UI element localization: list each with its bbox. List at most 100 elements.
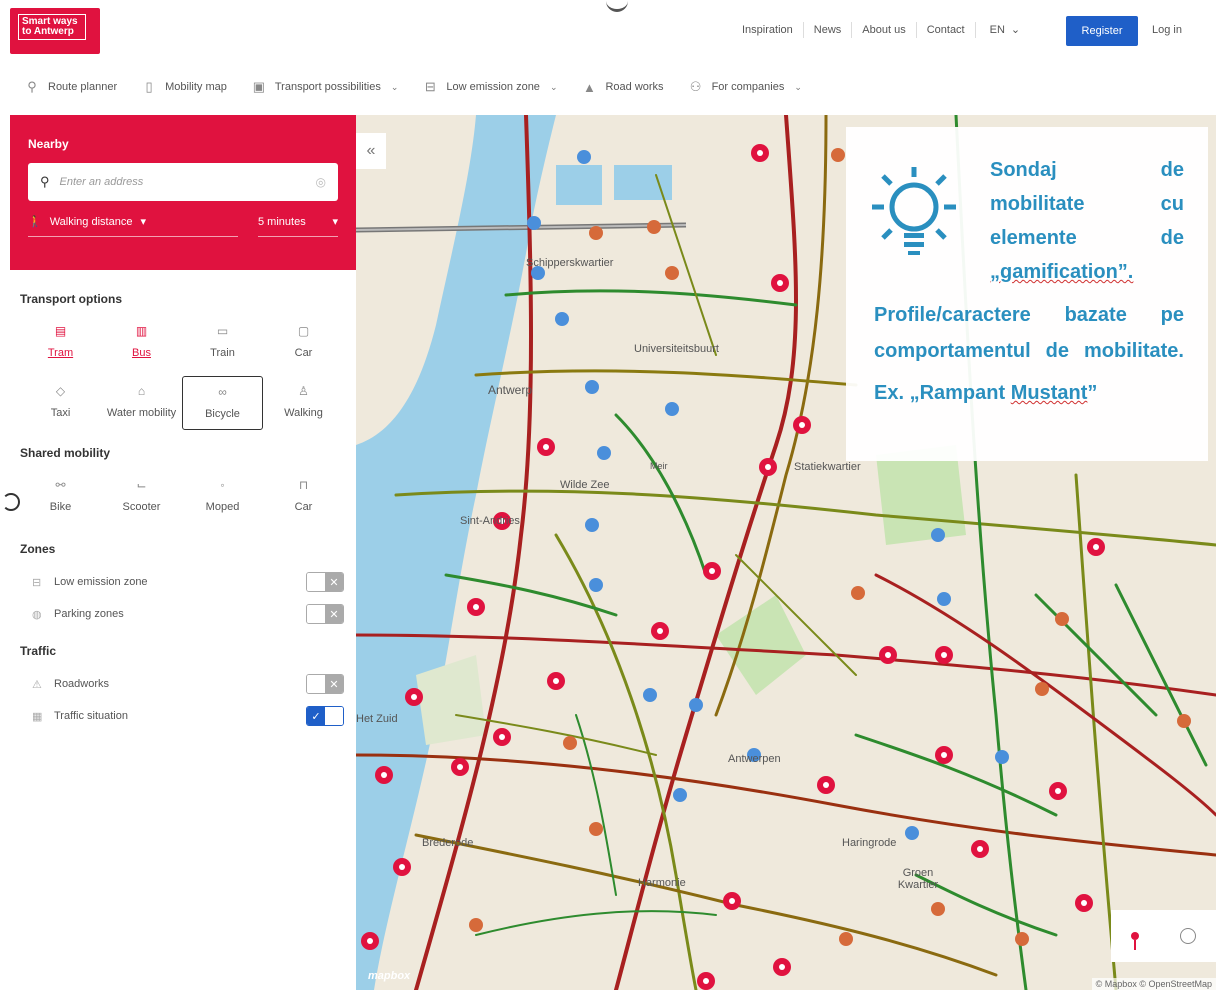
stop-marker[interactable] [771,274,789,292]
transport-water-mobility[interactable]: ⌂ Water mobility [101,376,182,432]
chevron-down-icon: ⌄ [390,81,399,92]
nav-about-us[interactable]: About us [852,22,917,38]
transport-taxi[interactable]: ◇ Taxi [20,376,101,432]
stop-marker[interactable] [1075,894,1093,912]
transport-train[interactable]: ▭ Train [182,316,263,372]
nav-transport-possibilities[interactable]: ▣ Transport possibilities ⌄ [251,79,399,95]
traffic-title: Traffic [20,644,57,658]
stop-marker[interactable] [793,416,811,434]
traffic-situation-toggle[interactable]: ✓ [306,706,344,726]
parking-zones-toggle[interactable]: ✕ [306,604,344,624]
stop-marker[interactable] [537,438,555,456]
shared-scooter[interactable]: ⌙ Scooter [101,470,182,526]
shared-moped[interactable]: ◦ Moped [182,470,263,526]
nav-route-planner[interactable]: ⚲ Route planner [24,79,117,95]
bus-stop-marker[interactable] [589,822,603,836]
map-attribution[interactable]: © Mapbox © OpenStreetMap [1091,978,1216,990]
stop-marker[interactable] [935,746,953,764]
address-input[interactable]: ⚲ Enter an address ◎ [28,163,338,201]
stop-marker[interactable] [467,598,485,616]
pin-icon[interactable] [1131,932,1140,950]
nav-news[interactable]: News [804,22,853,38]
shared-bike[interactable]: ⚯ Bike [20,470,101,526]
map-label: Schipperskwartier [526,257,614,269]
stop-marker[interactable] [723,892,741,910]
bus-stop-marker[interactable] [1015,932,1029,946]
bus-stop-marker[interactable] [1177,714,1191,728]
nav-road-works[interactable]: ▲ Road works [581,79,664,95]
stop-marker[interactable] [1049,782,1067,800]
tram-stop-marker[interactable] [673,788,687,802]
stop-marker[interactable] [393,858,411,876]
locate-icon[interactable] [1179,928,1196,944]
tram-stop-marker[interactable] [589,578,603,592]
tram-stop-marker[interactable] [665,402,679,416]
tram-stop-marker[interactable] [527,216,541,230]
bus-stop-marker[interactable] [647,220,661,234]
collapse-sidebar-button[interactable]: « [356,133,386,169]
tram-stop-marker[interactable] [689,698,703,712]
shared-car[interactable]: ⊓ Car [263,470,344,526]
bus-stop-marker[interactable] [839,932,853,946]
bus-stop-marker[interactable] [469,918,483,932]
bus-stop-marker[interactable] [931,902,945,916]
transport-car[interactable]: ▢ Car [263,316,344,372]
stop-marker[interactable] [1087,538,1105,556]
stop-marker[interactable] [451,758,469,776]
register-button[interactable]: Register [1066,16,1138,46]
stop-marker[interactable] [361,932,379,950]
bus-stop-marker[interactable] [665,266,679,280]
transport-options-grid: ▤ Tram ▥ Bus ▭ Train ▢ Car ◇ Taxi ⌂ Water mobi… [10,316,356,432]
login-link[interactable]: Log in [1152,24,1182,36]
logo[interactable]: Smart ways to Antwerp [10,8,100,54]
nav-low-emission-zone[interactable]: ⊟ Low emission zone ⌄ [422,79,558,95]
bus-stop-marker[interactable] [563,736,577,750]
transport-bicycle[interactable]: ∞ Bicycle [182,376,263,430]
tram-stop-marker[interactable] [937,592,951,606]
time-select[interactable]: 5 minutes ▾ [258,215,338,237]
tram-stop-marker[interactable] [555,312,569,326]
stop-marker[interactable] [697,972,715,990]
low-emission-zone-toggle[interactable]: ✕ [306,572,344,592]
tram-stop-marker[interactable] [577,150,591,164]
stop-marker[interactable] [703,562,721,580]
tram-stop-marker[interactable] [931,528,945,542]
tram-stop-marker[interactable] [995,750,1009,764]
nav-for-companies[interactable]: ⚇ For companies ⌄ [688,79,802,95]
stop-marker[interactable] [935,646,953,664]
bus-stop-marker[interactable] [589,226,603,240]
transport-bus[interactable]: ▥ Bus [101,316,182,372]
stop-marker[interactable] [651,622,669,640]
tram-stop-marker[interactable] [585,518,599,532]
tram-stop-marker[interactable] [905,826,919,840]
nav-contact[interactable]: Contact [917,22,976,38]
loading-spinner [2,493,20,511]
distance-mode-select[interactable]: 🚶 Walking distance ▾ [28,215,238,237]
stop-marker[interactable] [759,458,777,476]
roadworks-toggle[interactable]: ✕ [306,674,344,694]
tram-stop-marker[interactable] [597,446,611,460]
language-select[interactable]: EN ⌄ [980,22,1031,38]
bus-stop-marker[interactable] [1055,612,1069,626]
stop-marker[interactable] [879,646,897,664]
app-window: Smart ways to Antwerp Inspiration News Ab… [0,0,1216,990]
tram-stop-marker[interactable] [585,380,599,394]
stop-marker[interactable] [971,840,989,858]
stop-marker[interactable] [751,144,769,162]
stop-marker[interactable] [547,672,565,690]
stop-marker[interactable] [817,776,835,794]
nav-inspiration[interactable]: Inspiration [732,22,804,38]
stop-marker[interactable] [773,958,791,976]
bus-stop-marker[interactable] [831,148,845,162]
stop-marker[interactable] [405,688,423,706]
stop-marker[interactable] [493,728,511,746]
nav-mobility-map[interactable]: ▯ Mobility map [141,79,227,95]
bus-stop-marker[interactable] [851,586,865,600]
transport-tram[interactable]: ▤ Tram [20,316,101,372]
map-area[interactable]: Schipperskwartier Universiteitsbuurt Ant… [356,115,1216,990]
tram-stop-marker[interactable] [643,688,657,702]
locate-icon[interactable]: ◎ [316,175,326,189]
stop-marker[interactable] [375,766,393,784]
transport-walking[interactable]: ♙ Walking [263,376,344,432]
bus-stop-marker[interactable] [1035,682,1049,696]
